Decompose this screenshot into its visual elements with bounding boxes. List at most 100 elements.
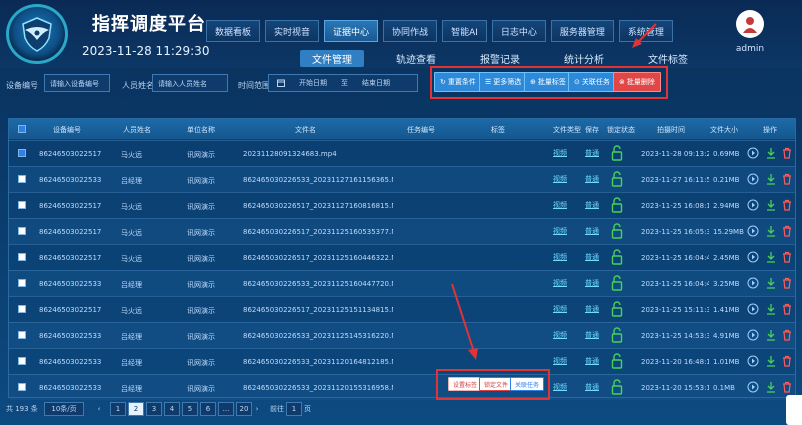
nav-tab-cooperation[interactable]: 协同作战 <box>383 20 438 42</box>
cell-type[interactable]: 视频 <box>553 304 567 314</box>
cell-type[interactable]: 视频 <box>553 382 567 392</box>
page-size-select[interactable]: 10条/页 <box>44 402 84 416</box>
row-checkbox[interactable] <box>18 149 26 157</box>
unlock-icon[interactable] <box>611 353 623 369</box>
nav-tab-realtime[interactable]: 实时视音 <box>265 20 320 42</box>
download-icon[interactable] <box>765 303 777 315</box>
cell-type[interactable]: 视频 <box>553 278 567 288</box>
page-button[interactable]: 20 <box>236 402 252 416</box>
next-page-icon[interactable]: › <box>252 402 262 416</box>
page-button[interactable]: 4 <box>164 402 180 416</box>
row-checkbox[interactable] <box>18 279 26 287</box>
row-checkbox[interactable] <box>18 253 26 261</box>
unlock-icon[interactable] <box>611 145 623 161</box>
table-row[interactable]: 86246503022533 吕经理 讯网演示 862465030226533_… <box>9 322 795 348</box>
page-button[interactable]: 6 <box>200 402 216 416</box>
cell-save[interactable]: 普通 <box>585 304 599 314</box>
play-icon[interactable] <box>747 173 759 185</box>
play-icon[interactable] <box>747 225 759 237</box>
delete-icon[interactable] <box>781 199 793 211</box>
floating-widget[interactable] <box>786 395 802 425</box>
prev-page-icon[interactable]: ‹ <box>94 402 104 416</box>
delete-icon[interactable] <box>781 329 793 341</box>
download-icon[interactable] <box>765 277 777 289</box>
delete-icon[interactable] <box>781 303 793 315</box>
sub-tab-file-tags[interactable]: 文件标签 <box>636 50 700 67</box>
page-button[interactable]: 3 <box>146 402 162 416</box>
play-icon[interactable] <box>747 147 759 159</box>
cell-type[interactable]: 视频 <box>553 174 567 184</box>
unlock-icon[interactable] <box>611 171 623 187</box>
row-checkbox[interactable] <box>18 305 26 313</box>
link-task-button[interactable]: ⊙ 关联任务 <box>568 72 616 92</box>
page-button[interactable]: 1 <box>110 402 126 416</box>
unlock-icon[interactable] <box>611 327 623 343</box>
nav-tab-evidence[interactable]: 证据中心 <box>324 20 379 42</box>
play-icon[interactable] <box>747 355 759 367</box>
batch-delete-button[interactable]: ⊗ 批量删除 <box>613 72 661 92</box>
download-icon[interactable] <box>765 355 777 367</box>
reset-button[interactable]: ↻ 重置条件 <box>434 72 482 92</box>
row-checkbox[interactable] <box>18 175 26 183</box>
more-filter-button[interactable]: ☰ 更多筛选 <box>479 72 528 92</box>
cell-type[interactable]: 视频 <box>553 330 567 340</box>
start-date-input[interactable]: 开始日期 <box>299 78 327 88</box>
row-checkbox[interactable] <box>18 331 26 339</box>
table-row[interactable]: 86246503022517 马火远 讯网演示 862465030226517_… <box>9 218 795 244</box>
cell-save[interactable]: 普通 <box>585 330 599 340</box>
end-date-input[interactable]: 结束日期 <box>362 78 390 88</box>
date-range-picker[interactable]: 开始日期 至 结束日期 <box>268 74 418 92</box>
batch-tag-button[interactable]: ⊕ 批量标签 <box>524 72 572 92</box>
play-icon[interactable] <box>747 277 759 289</box>
page-button[interactable]: ... <box>218 402 234 416</box>
unlock-icon[interactable] <box>611 197 623 213</box>
delete-icon[interactable] <box>781 251 793 263</box>
unlock-icon[interactable] <box>611 223 623 239</box>
delete-icon[interactable] <box>781 355 793 367</box>
delete-icon[interactable] <box>781 147 793 159</box>
play-icon[interactable] <box>747 199 759 211</box>
delete-icon[interactable] <box>781 277 793 289</box>
download-icon[interactable] <box>765 225 777 237</box>
cell-save[interactable]: 普通 <box>585 252 599 262</box>
row-checkbox[interactable] <box>18 227 26 235</box>
table-row[interactable]: 86246503022517 马火远 讯网演示 862465030226517_… <box>9 192 795 218</box>
link-task-row-button[interactable]: 关联任务 <box>510 377 545 391</box>
play-icon[interactable] <box>747 303 759 315</box>
cell-save[interactable]: 普通 <box>585 200 599 210</box>
cell-save[interactable]: 普通 <box>585 356 599 366</box>
sub-tab-track-view[interactable]: 轨迹查看 <box>384 50 448 67</box>
table-row[interactable]: 86246503022533 吕经理 讯网演示 862465030226533_… <box>9 348 795 374</box>
cell-type[interactable]: 视频 <box>553 148 567 158</box>
table-row[interactable]: 86246503022517 马火远 讯网演示 862465030226517_… <box>9 296 795 322</box>
cell-type[interactable]: 视频 <box>553 356 567 366</box>
play-icon[interactable] <box>747 329 759 341</box>
play-icon[interactable] <box>747 381 759 393</box>
delete-icon[interactable] <box>781 173 793 185</box>
unlock-icon[interactable] <box>611 379 623 395</box>
sub-tab-alarm-records[interactable]: 报警记录 <box>468 50 532 67</box>
user-menu[interactable]: admin <box>730 10 770 65</box>
download-icon[interactable] <box>765 251 777 263</box>
cell-save[interactable]: 普通 <box>585 226 599 236</box>
table-row[interactable]: 86246503022517 马火远 讯网演示 862465030226517_… <box>9 244 795 270</box>
unlock-icon[interactable] <box>611 275 623 291</box>
table-row[interactable]: 86246503022533 吕经理 讯网演示 862465030226533_… <box>9 374 795 400</box>
row-checkbox[interactable] <box>18 201 26 209</box>
set-tag-button[interactable]: 设置标签 <box>448 377 483 391</box>
nav-tab-dashboard[interactable]: 数据看板 <box>206 20 261 42</box>
table-row[interactable]: 86246503022533 吕经理 讯网演示 862465030226533_… <box>9 270 795 296</box>
page-button[interactable]: 5 <box>182 402 198 416</box>
download-icon[interactable] <box>765 381 777 393</box>
unlock-icon[interactable] <box>611 249 623 265</box>
device-input[interactable]: 请输入设备编号 <box>44 74 110 92</box>
cell-type[interactable]: 视频 <box>553 200 567 210</box>
cell-save[interactable]: 普通 <box>585 148 599 158</box>
cell-save[interactable]: 普通 <box>585 278 599 288</box>
table-row[interactable]: 86246503022533 吕经理 讯网演示 862465030226533_… <box>9 166 795 192</box>
nav-tab-servers[interactable]: 服务器管理 <box>550 20 614 42</box>
row-checkbox[interactable] <box>18 383 26 391</box>
sub-tab-statistics[interactable]: 统计分析 <box>552 50 616 67</box>
unlock-icon[interactable] <box>611 301 623 317</box>
download-icon[interactable] <box>765 199 777 211</box>
